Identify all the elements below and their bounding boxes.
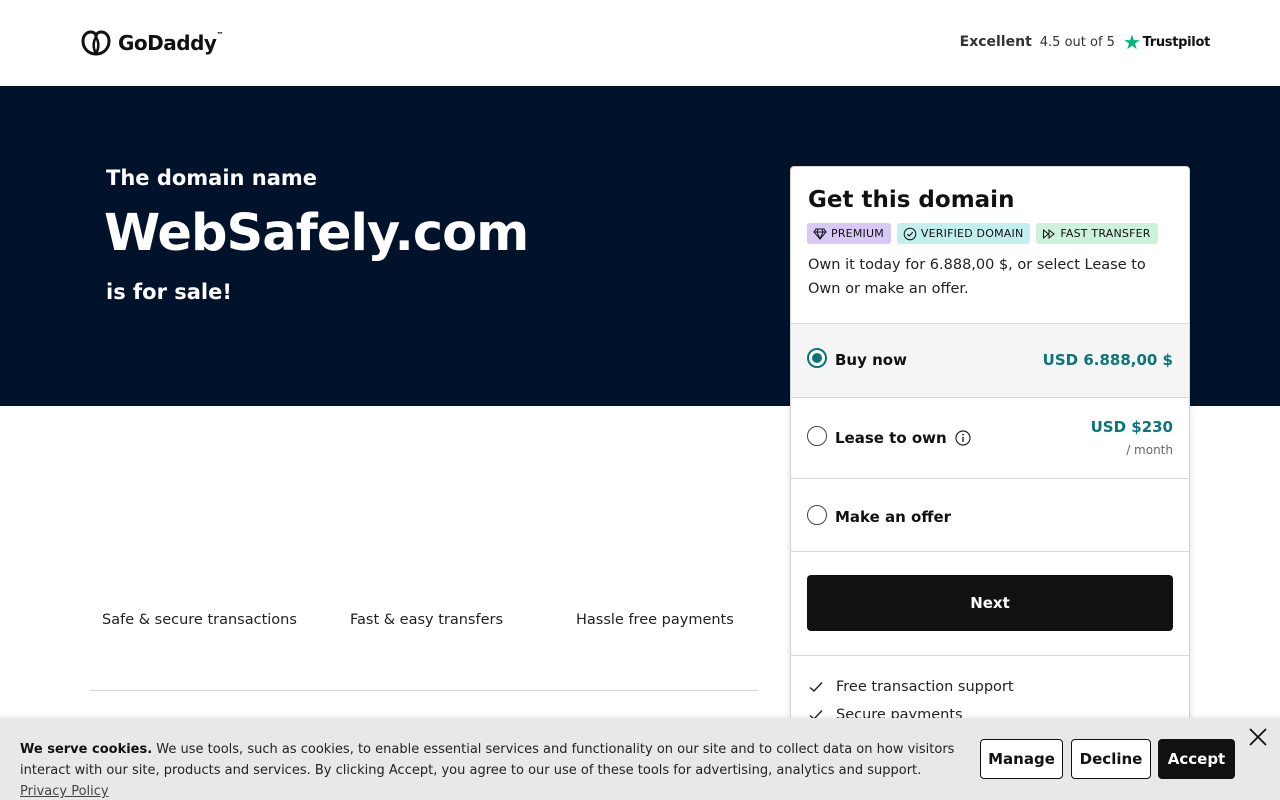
trustpilot-rating[interactable]: Excellent 4.5 out of 5 ★ Trustpilot	[959, 30, 1211, 54]
hero-posttext: is for sale!	[106, 280, 232, 304]
trustpilot-score: 4.5 out of 5	[1039, 34, 1115, 50]
brand-name: GoDaddy™	[118, 31, 223, 55]
feature-hassle-free-payments: Hassle free payments	[576, 612, 734, 628]
make-offer-label: Make an offer	[835, 508, 952, 526]
lease-to-own-radio[interactable]	[807, 426, 827, 446]
manage-cookies-button[interactable]: Manage	[980, 739, 1063, 779]
cookie-banner: We serve cookies. We use tools, such as …	[0, 718, 1280, 800]
info-icon[interactable]	[955, 430, 971, 446]
cookie-title: We serve cookies.	[20, 742, 153, 757]
premium-badge: PREMIUM	[807, 223, 891, 244]
lease-to-own-price: USD $230	[1090, 418, 1173, 436]
card-separator	[791, 655, 1189, 656]
feature-fast-transfers: Fast & easy transfers	[350, 612, 504, 628]
godaddy-logo-icon	[81, 30, 111, 56]
close-icon[interactable]	[1247, 726, 1269, 748]
card-title: Get this domain	[808, 187, 1015, 213]
feature-secure-transactions: Safe & secure transactions	[102, 612, 297, 628]
cookie-body: We use tools, such as cookies, to enable…	[20, 742, 955, 778]
lease-to-own-label: Lease to own	[835, 429, 947, 447]
check-circle-icon	[903, 227, 917, 240]
lease-to-own-period: / month	[1126, 443, 1173, 457]
option-lease-to-own[interactable]: Lease to own USD $230 / month	[791, 397, 1189, 479]
purchase-card: Get this domain PREMIUM VERIFIED DOMAIN …	[790, 166, 1190, 766]
trustpilot-rating-word: Excellent	[959, 34, 1032, 50]
buy-now-label: Buy now	[835, 351, 907, 369]
hero-pretext: The domain name	[106, 166, 318, 190]
option-buy-now[interactable]: Buy now USD 6.888,00 $	[791, 323, 1189, 397]
buy-now-radio[interactable]	[807, 348, 827, 368]
option-make-offer[interactable]: Make an offer	[791, 478, 1189, 552]
hero-domain-name: WebSafely.com	[104, 204, 529, 263]
godaddy-logo[interactable]: GoDaddy™	[80, 28, 223, 58]
make-offer-radio[interactable]	[807, 505, 827, 525]
next-button[interactable]: Next	[807, 575, 1173, 631]
fast-transfer-badge: FAST TRANSFER	[1036, 223, 1158, 244]
perk-item: Free transaction support	[808, 679, 1014, 695]
badge-row: PREMIUM VERIFIED DOMAIN FAST TRANSFER	[807, 223, 1158, 244]
site-header: GoDaddy™ Excellent 4.5 out of 5 ★ Trustp…	[0, 0, 1280, 86]
trustpilot-logo: ★ Trustpilot	[1122, 30, 1210, 54]
buy-now-price: USD 6.888,00 $	[1042, 351, 1173, 369]
privacy-policy-link[interactable]: Privacy Policy	[20, 784, 109, 799]
decline-cookies-button[interactable]: Decline	[1071, 739, 1151, 779]
cookie-message: We serve cookies. We use tools, such as …	[20, 739, 960, 800]
verified-domain-badge: VERIFIED DOMAIN	[896, 223, 1031, 244]
card-description: Own it today for 6.888,00 $, or select L…	[808, 257, 1146, 297]
features-divider	[90, 690, 758, 691]
trustpilot-star-icon: ★	[1122, 30, 1141, 54]
diamond-icon	[813, 228, 827, 240]
fast-forward-icon	[1043, 228, 1056, 239]
lease-to-own-label-group: Lease to own	[835, 429, 971, 447]
accept-cookies-button[interactable]: Accept	[1158, 739, 1235, 779]
checkmark-icon	[809, 682, 823, 692]
